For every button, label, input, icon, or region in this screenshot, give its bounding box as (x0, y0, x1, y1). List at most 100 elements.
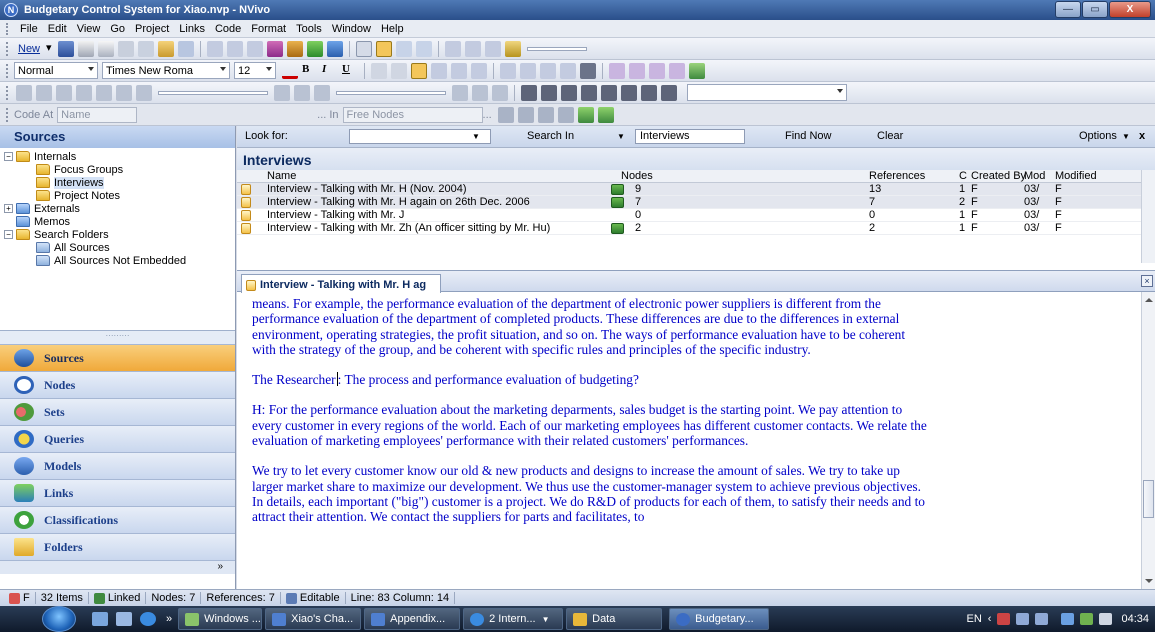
close-button[interactable]: X (1109, 1, 1151, 18)
insert-row-icon[interactable] (452, 84, 468, 101)
minimize-button[interactable]: — (1055, 1, 1081, 18)
menu-file[interactable]: File (15, 23, 43, 35)
table-grid-icon[interactable] (581, 84, 597, 101)
nodes-icon[interactable] (307, 40, 324, 57)
annotation-icon[interactable] (649, 62, 665, 79)
tree-item-focus-groups[interactable]: Focus Groups (36, 163, 123, 176)
paste-icon[interactable] (158, 40, 175, 57)
col-references[interactable]: References (869, 170, 925, 182)
display-icon[interactable] (1035, 613, 1049, 625)
table-style-select[interactable] (687, 84, 847, 101)
scroll-down-icon[interactable] (1145, 579, 1153, 583)
task-data[interactable]: Data (566, 608, 663, 630)
code-icon[interactable] (497, 106, 514, 123)
view-split-icon[interactable] (376, 40, 393, 57)
model-icon[interactable] (287, 40, 304, 57)
table-rows-icon[interactable] (541, 84, 557, 101)
print-icon[interactable] (78, 40, 95, 57)
expand-icon[interactable]: + (4, 204, 13, 213)
cut-icon[interactable] (118, 40, 135, 57)
find-advanced-icon[interactable] (416, 40, 433, 57)
menu-window[interactable]: Window (327, 23, 376, 35)
task-budgetary[interactable]: Budgetary... (669, 608, 770, 630)
document-scrollbar[interactable] (1141, 292, 1155, 589)
security-icon[interactable] (997, 613, 1011, 625)
menu-project[interactable]: Project (130, 23, 174, 35)
table-row[interactable]: Interview - Talking with Mr. J 0 0 1 F 0… (237, 209, 1155, 222)
scroll-up-icon[interactable] (1145, 298, 1153, 302)
menu-go[interactable]: Go (105, 23, 130, 35)
show-desktop-icon[interactable] (92, 612, 108, 626)
code-at-name-select[interactable]: Name (57, 106, 138, 123)
nav-links[interactable]: Links (0, 479, 235, 506)
chevron-down-icon[interactable]: ▼ (617, 132, 625, 141)
volume-slider-icon[interactable] (314, 84, 330, 101)
mark-end-icon[interactable] (294, 84, 310, 101)
volume-icon[interactable] (1099, 613, 1113, 625)
media-position-slider[interactable] (158, 90, 268, 95)
indent-increase-icon[interactable] (520, 62, 536, 79)
nav-folders[interactable]: Folders (0, 533, 235, 560)
tree-item-all-sources-not-embedded[interactable]: All Sources Not Embedded (36, 254, 186, 267)
chevron-down-icon[interactable]: ▼ (472, 132, 480, 141)
menu-edit[interactable]: Edit (43, 23, 72, 35)
fast-forward-icon[interactable] (96, 84, 112, 101)
rewind-icon[interactable] (76, 84, 92, 101)
table-split-icon[interactable] (621, 84, 637, 101)
close-find-bar-button[interactable]: x (1139, 130, 1145, 142)
task-windows[interactable]: Windows ... (178, 608, 263, 630)
list-scrollbar[interactable] (1141, 170, 1155, 263)
align-icon[interactable] (207, 40, 224, 57)
internet-explorer-icon[interactable] (140, 612, 156, 626)
col-nodes[interactable]: Nodes (621, 170, 653, 182)
tree-item-internals[interactable]: − Internals (4, 150, 76, 163)
justify-icon[interactable] (471, 62, 487, 79)
close-document-icon[interactable]: × (1141, 275, 1153, 287)
volume-slider[interactable] (336, 90, 446, 95)
table-merge-icon[interactable] (601, 84, 617, 101)
playback-icon[interactable] (492, 84, 508, 101)
col-mod[interactable]: Mod (1024, 170, 1045, 182)
stop-icon[interactable] (36, 84, 52, 101)
copy-icon[interactable] (138, 40, 155, 57)
code-in-free-nodes-select[interactable]: Free Nodes (342, 106, 483, 123)
clock[interactable]: 04:34 (1121, 613, 1149, 625)
code-green-icon[interactable] (577, 106, 594, 123)
search-in-field[interactable]: Interviews (635, 129, 745, 144)
menu-links[interactable]: Links (174, 23, 210, 35)
undo-icon[interactable] (178, 40, 195, 57)
col-c[interactable]: C (959, 170, 967, 182)
dropdown-arrow-icon[interactable]: ▾ (46, 41, 54, 57)
col-name[interactable]: Name (267, 170, 296, 182)
tree-item-externals[interactable]: + Externals (4, 202, 80, 215)
indent-decrease-icon[interactable] (500, 62, 516, 79)
numbering-icon[interactable] (560, 62, 576, 79)
sync-icon[interactable] (1061, 613, 1075, 625)
collapse-icon[interactable]: − (4, 230, 13, 239)
nav-nodes[interactable]: Nodes (0, 371, 235, 398)
code-green-alt-icon[interactable] (597, 106, 614, 123)
align-right-icon[interactable] (451, 62, 467, 79)
delete-row-icon[interactable] (472, 84, 488, 101)
ellipsis-button[interactable]: ... (483, 109, 492, 121)
mark-start-icon[interactable] (274, 84, 290, 101)
table-row[interactable]: Interview - Talking with Mr. H (Nov. 200… (237, 183, 1155, 196)
collapse-icon[interactable]: − (4, 152, 13, 161)
skip-forward-icon[interactable] (116, 84, 132, 101)
code-in-vivo-icon[interactable] (537, 106, 554, 123)
view-detail-icon[interactable] (356, 40, 373, 57)
clear-button[interactable]: Clear (877, 130, 903, 142)
table-row[interactable]: Interview - Talking with Mr. Zh (An offi… (237, 222, 1155, 235)
scroll-thumb[interactable] (1143, 480, 1154, 518)
task-xiaos-chart[interactable]: Xiao's Cha... (265, 608, 362, 630)
underline-button[interactable]: U (342, 63, 358, 79)
play-icon[interactable] (16, 84, 32, 101)
italic-button[interactable]: I (322, 63, 338, 79)
document-tab[interactable]: Interview - Talking with Mr. H ag (241, 274, 442, 293)
chevron-left-icon[interactable]: ‹ (988, 613, 992, 625)
find-icon[interactable] (396, 40, 413, 57)
chart-icon[interactable] (267, 40, 284, 57)
new-node-icon[interactable] (557, 106, 574, 123)
line-icon[interactable] (371, 62, 387, 79)
tree-item-project-notes[interactable]: Project Notes (36, 189, 120, 202)
